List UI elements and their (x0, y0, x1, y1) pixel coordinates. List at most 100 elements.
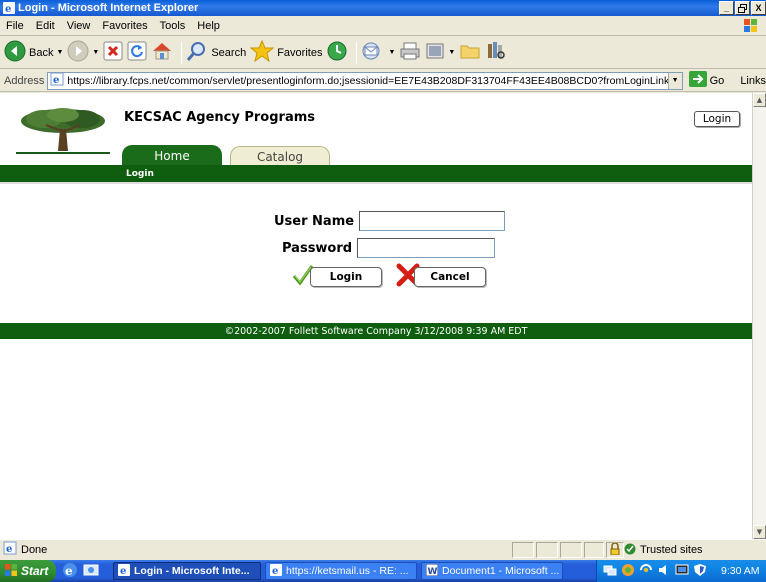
print-icon (399, 41, 421, 64)
address-bar: Address e https://library.fcps.net/commo… (0, 70, 766, 92)
menu-edit[interactable]: Edit (30, 20, 61, 32)
edit-icon (425, 41, 445, 64)
scroll-up-icon[interactable]: ▲ (753, 93, 766, 107)
subnav-login[interactable]: Login (126, 169, 154, 179)
tray-volume-icon[interactable] (657, 563, 671, 580)
refresh-button[interactable] (127, 40, 147, 66)
home-button[interactable] (151, 40, 173, 66)
forward-dropdown-icon[interactable]: ▼ (92, 49, 99, 56)
ie-window: e Login - Microsoft Internet Explorer _ … (0, 0, 766, 582)
taskbar: Start e e Login - Microsoft Inte... e ht… (0, 560, 766, 582)
search-button[interactable]: Search (186, 40, 246, 66)
restore-button[interactable] (735, 1, 750, 15)
task-login-ie[interactable]: e Login - Microsoft Inte... (113, 562, 261, 580)
print-button[interactable] (399, 40, 421, 66)
go-label: Go (709, 74, 725, 87)
cancel-button[interactable]: Cancel (414, 266, 486, 287)
address-dropdown-icon[interactable]: ▼ (667, 72, 682, 89)
favorites-button[interactable]: Favorites (249, 39, 323, 66)
scroll-down-icon[interactable]: ▼ (753, 525, 766, 539)
tray-sync-icon[interactable] (639, 563, 653, 580)
back-button[interactable]: Back ▼ (4, 40, 63, 66)
ie-task-icon: e (118, 563, 130, 579)
close-button[interactable]: X (751, 1, 766, 15)
windows-flag-icon (4, 563, 18, 580)
go-arrow-icon (688, 71, 707, 90)
menu-help[interactable]: Help (191, 20, 226, 32)
trusted-check-icon (624, 543, 636, 558)
page-done-icon: e (3, 541, 17, 558)
research-button[interactable] (485, 40, 507, 66)
edit-dropdown-icon[interactable]: ▼ (448, 49, 455, 56)
stop-icon (103, 41, 123, 64)
address-url: https://library.fcps.net/common/servlet/… (67, 74, 676, 87)
tray-app-icon[interactable] (621, 563, 635, 580)
links-button[interactable]: Links (740, 75, 766, 87)
back-dropdown-icon[interactable]: ▼ (56, 49, 63, 56)
toolbar-separator (356, 41, 358, 64)
title-bar: e Login - Microsoft Internet Explorer _ … (0, 0, 766, 16)
quick-launch: e (62, 562, 99, 581)
login-button[interactable]: Login (310, 266, 382, 287)
stop-button[interactable] (103, 40, 123, 66)
menu-view[interactable]: View (61, 20, 97, 32)
favorites-star-icon (249, 39, 275, 65)
svg-text:e: e (6, 544, 12, 555)
tab-home[interactable]: Home (122, 145, 222, 167)
favorites-label: Favorites (277, 46, 323, 59)
username-label: User Name (274, 213, 355, 229)
home-icon (151, 41, 173, 64)
back-arrow-icon (4, 40, 26, 65)
svg-text:e: e (120, 566, 126, 576)
minimize-button[interactable]: _ (719, 1, 734, 15)
username-input[interactable] (359, 211, 506, 231)
page-icon: e (50, 72, 64, 89)
svg-text:e: e (272, 566, 278, 576)
tab-catalog[interactable]: Catalog (230, 146, 330, 167)
task-label: Document1 - Microsoft ... (442, 565, 560, 577)
mail-icon (361, 41, 385, 64)
start-label: Start (21, 564, 49, 578)
system-tray: 9:30 AM (596, 560, 766, 582)
password-label: Password (282, 240, 353, 256)
history-button[interactable] (326, 40, 348, 66)
security-zone: Trusted sites (624, 542, 703, 558)
divider (0, 182, 752, 184)
ie-quicklaunch-icon[interactable]: e (62, 562, 78, 581)
back-label: Back (29, 46, 54, 59)
go-button[interactable]: Go (688, 71, 725, 90)
address-input[interactable]: e https://library.fcps.net/common/servle… (47, 71, 683, 90)
toolbar: Back ▼ ▼ Search Favorites ▼ ▼ (0, 37, 766, 69)
menu-favorites[interactable]: Favorites (96, 20, 153, 32)
tray-shield-icon[interactable] (693, 563, 707, 580)
header-login-button[interactable]: Login (694, 111, 740, 127)
search-label: Search (211, 46, 247, 59)
word-task-icon: W (425, 563, 439, 579)
network-icon[interactable] (603, 563, 617, 580)
task-ketsmail[interactable]: e https://ketsmail.us - RE: ... (265, 562, 417, 580)
research-icon (485, 40, 507, 65)
tray-monitor-icon[interactable] (675, 563, 689, 580)
nav-tabs: Home Catalog (122, 143, 330, 167)
show-desktop-icon[interactable] (83, 562, 99, 581)
forward-arrow-icon (67, 40, 89, 65)
subnav-bar: Login (0, 165, 752, 182)
forward-button[interactable]: ▼ (67, 40, 99, 66)
toolbar-separator (181, 41, 183, 64)
clock: 9:30 AM (721, 565, 760, 577)
task-document1[interactable]: W Document1 - Microsoft ... (421, 562, 563, 580)
menu-bar: File Edit View Favorites Tools Help (0, 16, 766, 36)
start-button[interactable]: Start (0, 560, 56, 582)
svg-text:e: e (5, 4, 11, 14)
password-input[interactable] (357, 238, 496, 258)
edit-button[interactable]: ▼ (425, 40, 455, 66)
status-text: Done (21, 543, 48, 556)
mail-dropdown-icon[interactable]: ▼ (388, 49, 395, 56)
discuss-button[interactable] (459, 40, 481, 66)
mail-button[interactable]: ▼ (361, 40, 395, 66)
search-icon (186, 40, 208, 65)
menu-file[interactable]: File (0, 20, 30, 32)
menu-tools[interactable]: Tools (154, 20, 192, 32)
password-row: Password (282, 238, 496, 258)
vertical-scrollbar[interactable]: ▲ ▼ (752, 93, 766, 539)
